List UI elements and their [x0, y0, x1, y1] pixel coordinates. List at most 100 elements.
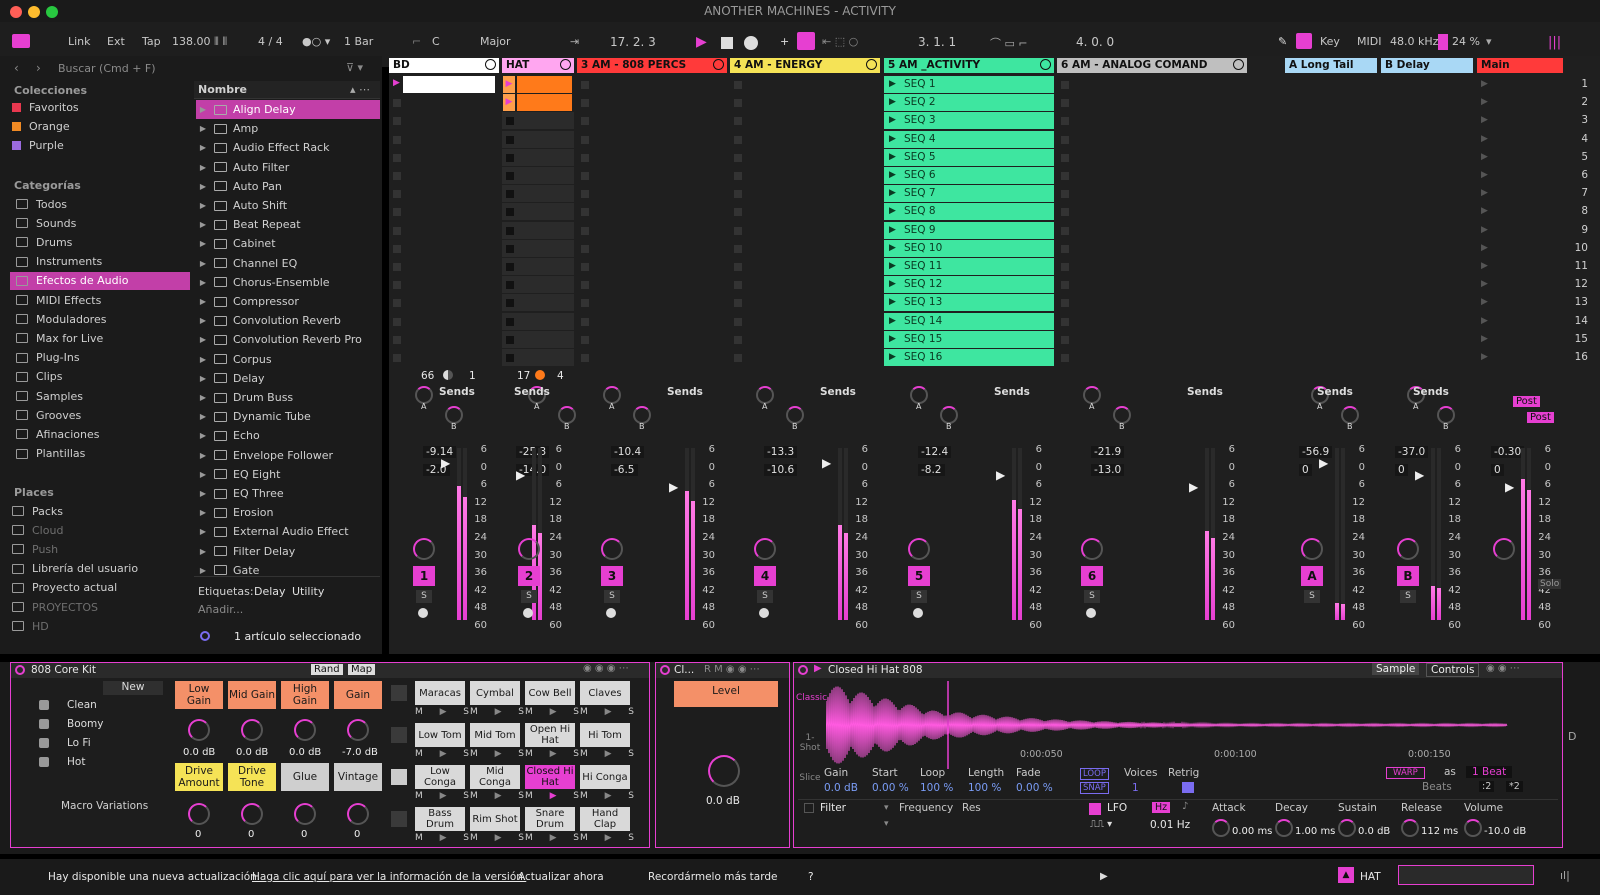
- clip-slot-stop[interactable]: [1061, 81, 1069, 89]
- category-efectos-de-audio[interactable]: Efectos de Audio: [10, 271, 190, 290]
- pad-mid-conga[interactable]: Mid Conga: [470, 765, 520, 789]
- clip-play-icon[interactable]: ▶: [889, 349, 896, 366]
- solo-button-6[interactable]: S: [1084, 590, 1100, 603]
- pad-mute-button[interactable]: M: [525, 749, 533, 759]
- pad-play-icon[interactable]: ▶: [550, 833, 557, 843]
- pad-mute-button[interactable]: M: [415, 707, 423, 717]
- macro-value[interactable]: 0.0 dB: [236, 747, 268, 758]
- clip-slot-stop[interactable]: [581, 135, 589, 144]
- category-todos[interactable]: Todos: [10, 195, 190, 213]
- volume-fader-handle[interactable]: ▶: [1189, 480, 1198, 494]
- clip-slot-stop[interactable]: [506, 354, 514, 362]
- clip-slot-stop[interactable]: [581, 335, 589, 344]
- scene-launch-icon[interactable]: ▶: [1481, 134, 1488, 144]
- clip-slot-stop[interactable]: [1061, 281, 1069, 290]
- clip-slot-stop[interactable]: [506, 226, 514, 235]
- clip-slot-stop[interactable]: [1061, 135, 1069, 144]
- browser-item-convolution-reverb[interactable]: ▶ Convolution Reverb: [196, 311, 380, 330]
- env-knob-attack[interactable]: [1212, 819, 1230, 837]
- pad-mute-button[interactable]: M: [470, 707, 478, 717]
- track-header-hat[interactable]: HAT: [502, 58, 574, 73]
- expand-icon[interactable]: ▶: [196, 393, 210, 402]
- track-activator-6[interactable]: 6: [1081, 566, 1103, 586]
- pad-play-icon[interactable]: ▶: [495, 791, 502, 801]
- scene-launch-icon[interactable]: ▶: [1481, 188, 1488, 198]
- pad-play-icon[interactable]: ▶: [550, 791, 557, 801]
- simpler-on-icon[interactable]: [798, 665, 808, 675]
- expand-icon[interactable]: ▶: [196, 431, 210, 440]
- clip-slot-stop[interactable]: [581, 99, 589, 108]
- pad-maracas[interactable]: Maracas: [415, 681, 465, 705]
- map-button[interactable]: Map: [348, 664, 376, 675]
- search-input[interactable]: Buscar (Cmd + F): [58, 62, 156, 75]
- clip-slot-stop[interactable]: [734, 244, 742, 253]
- pad-cymbal[interactable]: Cymbal: [470, 681, 520, 705]
- seq-clip[interactable]: ▶ SEQ 7: [884, 185, 1054, 203]
- pad-low-tom[interactable]: Low Tom: [415, 723, 465, 747]
- pad-play-icon[interactable]: ▶: [605, 791, 612, 801]
- volume-fader-handle[interactable]: ▶: [669, 480, 678, 494]
- arm-button[interactable]: [913, 608, 923, 618]
- pad-mute-button[interactable]: M: [580, 707, 588, 717]
- pad-bank-icon[interactable]: [391, 769, 407, 785]
- close-window-button[interactable]: [10, 6, 22, 18]
- pad-solo-button[interactable]: S: [518, 707, 524, 717]
- category-midi-effects[interactable]: MIDI Effects: [10, 291, 190, 309]
- back-icon[interactable]: ‹: [14, 61, 19, 75]
- pad-play-icon[interactable]: ▶: [605, 749, 612, 759]
- param-value-start[interactable]: 0.00 %: [872, 782, 909, 794]
- clip-play-icon[interactable]: ▶: [889, 222, 896, 239]
- expand-icon[interactable]: ▶: [196, 374, 210, 383]
- category-plantillas[interactable]: Plantillas: [10, 445, 190, 463]
- level-macro[interactable]: Level: [674, 681, 778, 707]
- env-value[interactable]: 0.0 dB: [1358, 826, 1390, 837]
- follow-icon[interactable]: ⌐: [412, 35, 421, 48]
- scene-1[interactable]: 1: [1581, 78, 1588, 90]
- pad-mute-button[interactable]: M: [525, 791, 533, 801]
- scene-launch-icon[interactable]: ▶: [1481, 152, 1488, 162]
- macro-knob[interactable]: [294, 803, 316, 825]
- scene-16[interactable]: 16: [1575, 351, 1588, 363]
- scene-launch-icon[interactable]: ▶: [1481, 297, 1488, 307]
- forward-icon[interactable]: ›: [36, 61, 41, 75]
- browser-item-auto-shift[interactable]: ▶ Auto Shift: [196, 196, 380, 215]
- update-now-button[interactable]: Actualizar ahora: [518, 871, 604, 883]
- pad-mute-button[interactable]: M: [415, 749, 423, 759]
- volume-fader-handle[interactable]: ▶: [1505, 480, 1514, 494]
- tag-utility[interactable]: Utility: [292, 585, 324, 598]
- seq-clip[interactable]: ▶ SEQ 6: [884, 167, 1054, 184]
- clip-play-icon[interactable]: ▶: [889, 149, 896, 166]
- clip-slot-stop[interactable]: [581, 208, 589, 217]
- tab-sample[interactable]: Sample: [1372, 663, 1420, 675]
- pad-closed-hi-hat[interactable]: Closed Hi Hat: [525, 765, 575, 789]
- macro-low-gain[interactable]: Low Gain: [175, 681, 223, 709]
- macro-value[interactable]: 0.0 dB: [289, 747, 321, 758]
- expand-icon[interactable]: ▶: [196, 278, 210, 287]
- seq-clip[interactable]: ▶ SEQ 8: [884, 203, 1054, 221]
- clip-slot-stop[interactable]: [1061, 263, 1069, 271]
- play-button[interactable]: ▶: [696, 34, 707, 50]
- variation-lock-icon[interactable]: [39, 719, 49, 729]
- scene-launch-icon[interactable]: ▶: [1481, 97, 1488, 107]
- scene-launch-icon[interactable]: ▶: [1481, 316, 1488, 326]
- arm-button[interactable]: [418, 608, 428, 618]
- pad-play-icon[interactable]: ▶: [550, 707, 557, 717]
- clip-slot-stop[interactable]: [1061, 317, 1069, 326]
- pad-open-hi-hat[interactable]: Open Hi Hat: [525, 723, 575, 747]
- pad-cow-bell[interactable]: Cow Bell: [525, 681, 575, 705]
- param-value-loop[interactable]: 100 %: [920, 782, 953, 794]
- expand-icon[interactable]: ▶: [196, 470, 210, 479]
- clip-slot-stop[interactable]: [506, 208, 514, 217]
- clip-slot-stop[interactable]: [506, 172, 514, 180]
- solo-button-2[interactable]: S: [521, 590, 537, 603]
- browser-item-filter-delay[interactable]: ▶ Filter Delay: [196, 542, 380, 561]
- clip-slot-stop[interactable]: [393, 299, 401, 308]
- solo-button-5[interactable]: S: [911, 590, 927, 603]
- track-header-b-delay[interactable]: B Delay: [1381, 58, 1473, 73]
- category-instruments[interactable]: Instruments: [10, 253, 190, 271]
- metronome-icon[interactable]: ●○ ▾: [302, 35, 330, 48]
- levels-icon[interactable]: ıl|: [1560, 869, 1570, 882]
- expand-icon[interactable]: ▶: [196, 412, 210, 421]
- warp-beats-field[interactable]: 1 Beat: [1466, 766, 1513, 778]
- pad-bank-icon[interactable]: [391, 727, 407, 743]
